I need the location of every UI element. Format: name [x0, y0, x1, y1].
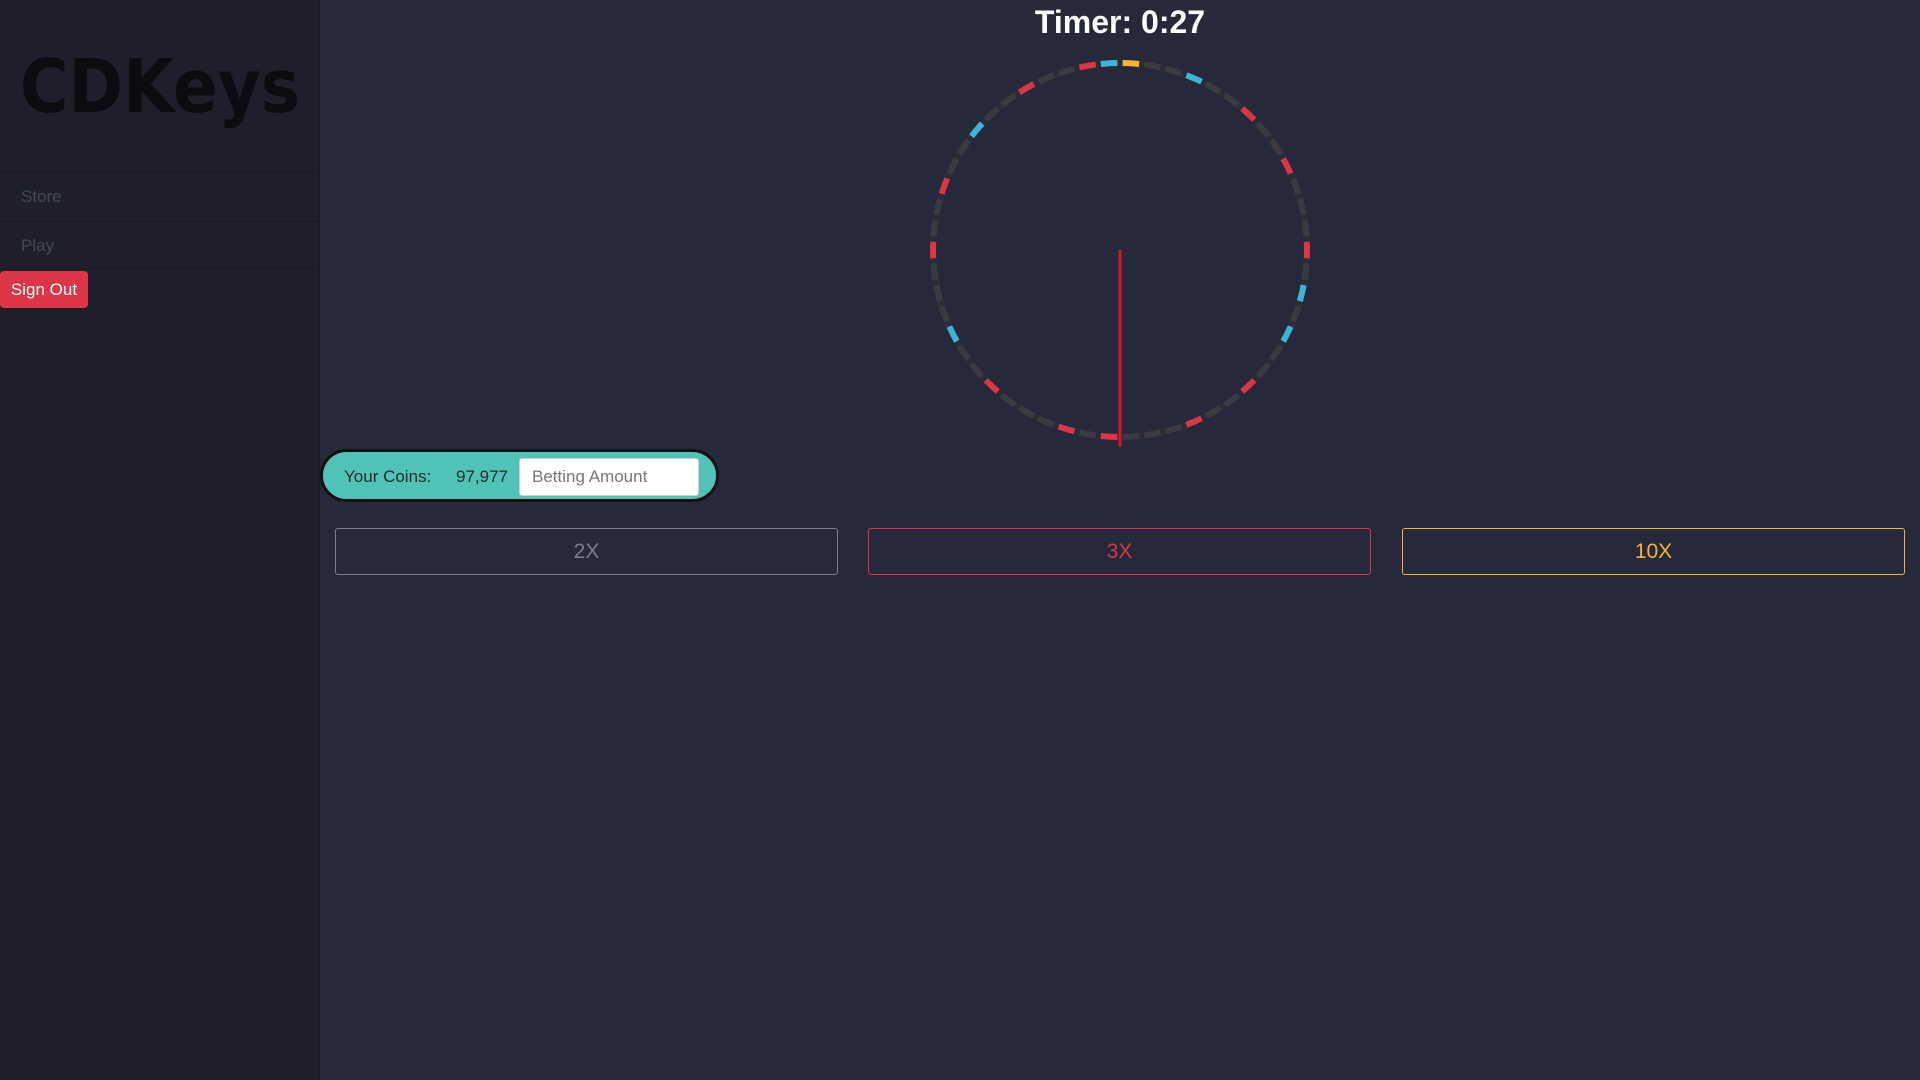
sidebar-item-store[interactable]: Store [0, 172, 319, 220]
cdkeys-logo-graphic: CDKeys [20, 44, 300, 130]
wheel-segment-gray [1204, 81, 1223, 95]
wheel-segment-red [1078, 61, 1097, 71]
betting-amount-input[interactable] [519, 458, 699, 496]
wheel-segment-red [1017, 81, 1036, 95]
wheel-segment-gray [1301, 219, 1310, 237]
wheel-segment-gray [1223, 92, 1241, 108]
wheel-segment-red [938, 177, 951, 195]
bet-2x-button[interactable]: 2X [335, 528, 838, 575]
wheel-segment-gray [1269, 138, 1284, 156]
wheel-segment-gray [956, 344, 971, 362]
sidebar-item-label: Play [21, 236, 55, 255]
wheel-segment-gray [1289, 177, 1302, 195]
wheel-segment-red [1100, 433, 1118, 440]
wheel-segment-gray [1143, 429, 1162, 439]
wheel-segment-gray [956, 138, 971, 156]
wheel-segment-gray [933, 284, 944, 302]
wheel-segment-gray [1037, 72, 1055, 85]
bet-3x-button[interactable]: 3X [868, 528, 1371, 575]
wheel-segment-gray [1078, 429, 1097, 439]
wheel-segment-gray [938, 305, 951, 323]
wheel-segment-blue [1100, 60, 1118, 67]
wheel-segment-blue [946, 325, 960, 343]
wheel-segment-gray [1269, 344, 1284, 362]
wheel-segment-gray [930, 263, 939, 281]
sidebar: CDKeys Store Play Sign Out [0, 0, 320, 1080]
sidebar-item-label: Store [21, 187, 62, 206]
bet-10x-button[interactable]: 10X [1402, 528, 1905, 575]
wheel-segment-blue [1296, 284, 1307, 302]
wheel-segment-gold [1122, 60, 1140, 67]
coins-value: 97,977 [456, 467, 508, 486]
wheel-segment-gray [1204, 405, 1223, 419]
timer-display: Timer: 0:27 [1034, 4, 1206, 40]
cdkeys-logo[interactable]: CDKeys [18, 44, 308, 143]
coins-panel: Your Coins: 97,977 [320, 449, 719, 502]
coins-label: Your Coins: [344, 467, 432, 486]
wheel-segment-blue [1185, 72, 1203, 85]
wheel-segment-gray [1296, 198, 1307, 216]
sidebar-item-play[interactable]: Play [0, 221, 319, 269]
wheel-segment-gray [1289, 305, 1302, 323]
wheel-segment-gray [999, 92, 1017, 108]
wheel-segment-gray [1017, 405, 1036, 419]
wheel-segment-gray [999, 392, 1017, 408]
roulette-wheel [929, 59, 1311, 447]
sign-out-button[interactable]: Sign Out [0, 271, 88, 308]
wheel-segment-gray [1122, 433, 1140, 440]
wheel-segment-blue [1280, 325, 1294, 343]
wheel-segment-gray [1143, 61, 1162, 71]
wheel-segment-gray [946, 157, 960, 175]
wheel-segment-gray [1037, 415, 1055, 428]
svg-text:CDKeys: CDKeys [20, 48, 300, 130]
wheel-segment-gray [930, 219, 939, 237]
wheel-segment-gray [1223, 392, 1241, 408]
wheel-segment-red [1185, 415, 1203, 428]
wheel-segment-gray [1301, 263, 1310, 281]
wheel-segment-red [1280, 157, 1294, 175]
wheel-segment-gray [933, 198, 944, 216]
